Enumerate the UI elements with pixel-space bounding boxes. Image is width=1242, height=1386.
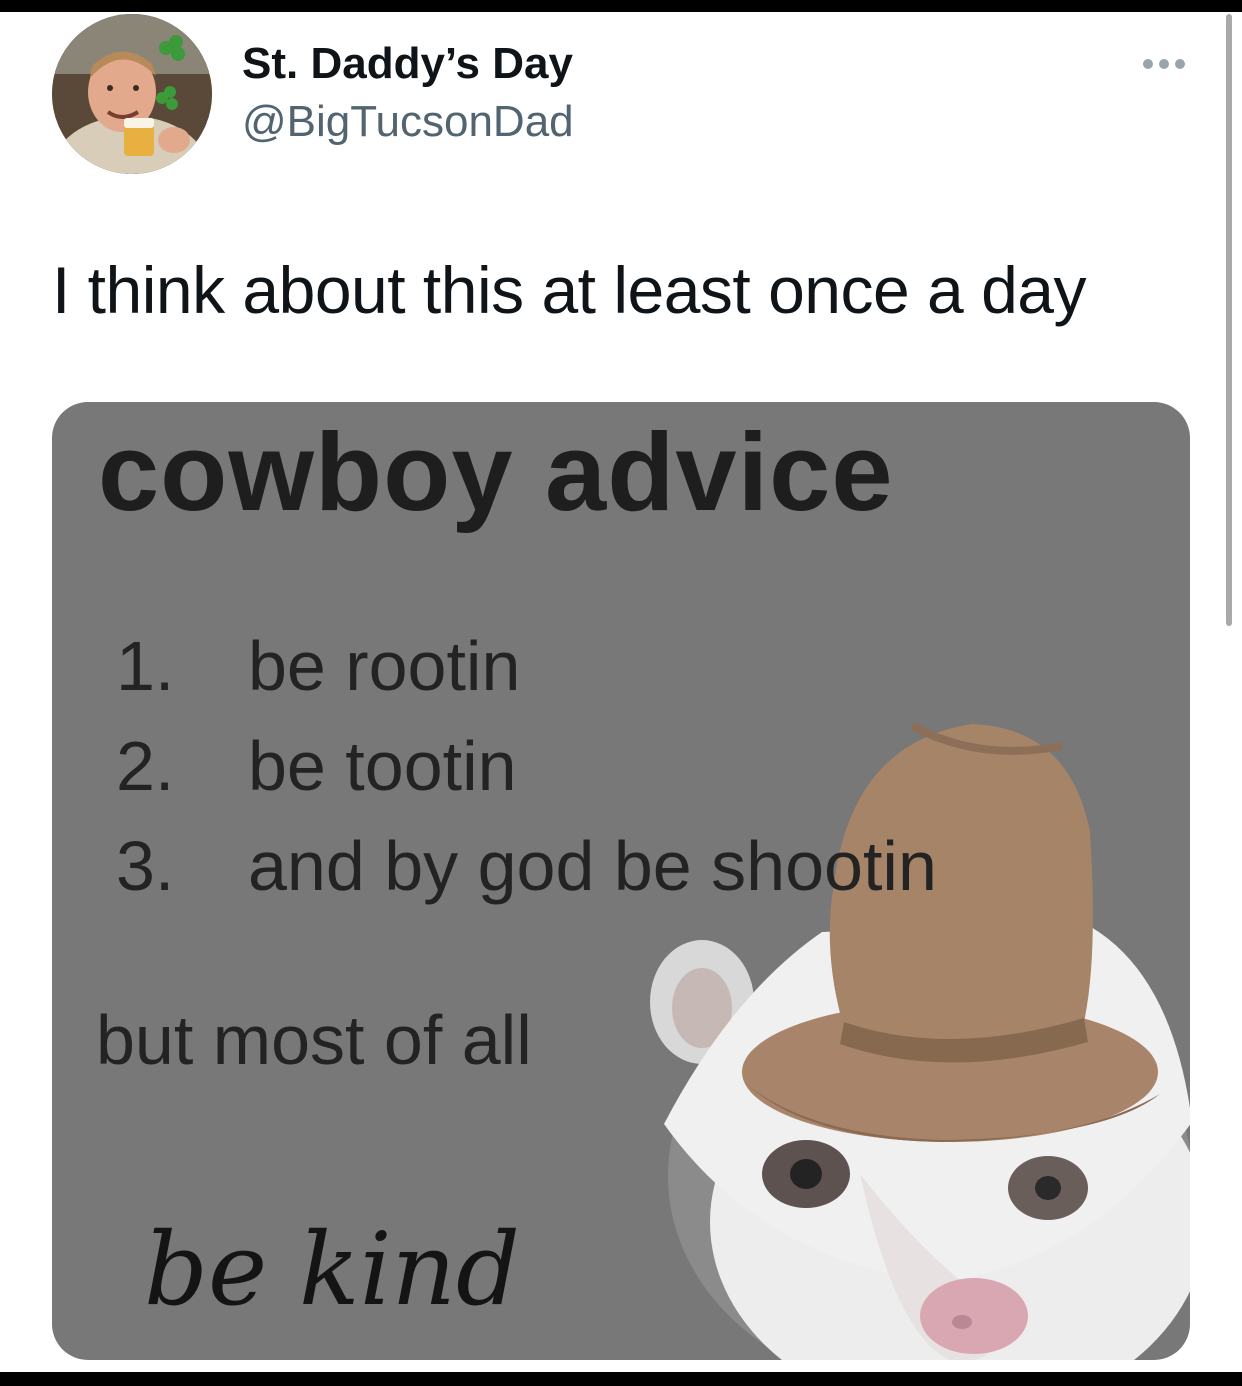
list-number: 3.: [116, 827, 175, 905]
list-number: 2.: [116, 727, 175, 805]
tweet-media-image[interactable]: cowboy advice 1. be rootin 2. be tootin 3.…: [52, 402, 1190, 1360]
avatar[interactable]: [52, 14, 212, 174]
list-number: 1.: [116, 627, 175, 705]
display-name[interactable]: St. Daddy’s Day: [242, 38, 573, 90]
meme-subtext: but most of all: [96, 1001, 532, 1079]
avatar-photo: [52, 14, 212, 174]
top-edge-bar: [0, 0, 1242, 12]
bottom-edge-bar: [0, 1372, 1242, 1386]
meme-list-item: 3. and by god be shootin: [116, 824, 937, 908]
cowboy-possum-illustration: [650, 722, 1190, 1360]
meme-title: cowboy advice: [98, 411, 894, 534]
tweet-text: I think about this at least once a day: [52, 253, 1087, 327]
scrollbar[interactable]: [1226, 14, 1232, 626]
more-options-button[interactable]: [1134, 44, 1194, 84]
meme-list-item: 1. be rootin: [116, 624, 520, 708]
meme-list-item: 2. be tootin: [116, 724, 517, 808]
more-dots-icon: [1143, 59, 1185, 69]
list-text: be rootin: [248, 627, 521, 705]
meme-closing-text: be kind: [144, 1211, 520, 1328]
list-text: be tootin: [248, 727, 517, 805]
user-handle[interactable]: @BigTucsonDad: [242, 96, 574, 148]
list-text: and by god be shootin: [248, 827, 937, 905]
